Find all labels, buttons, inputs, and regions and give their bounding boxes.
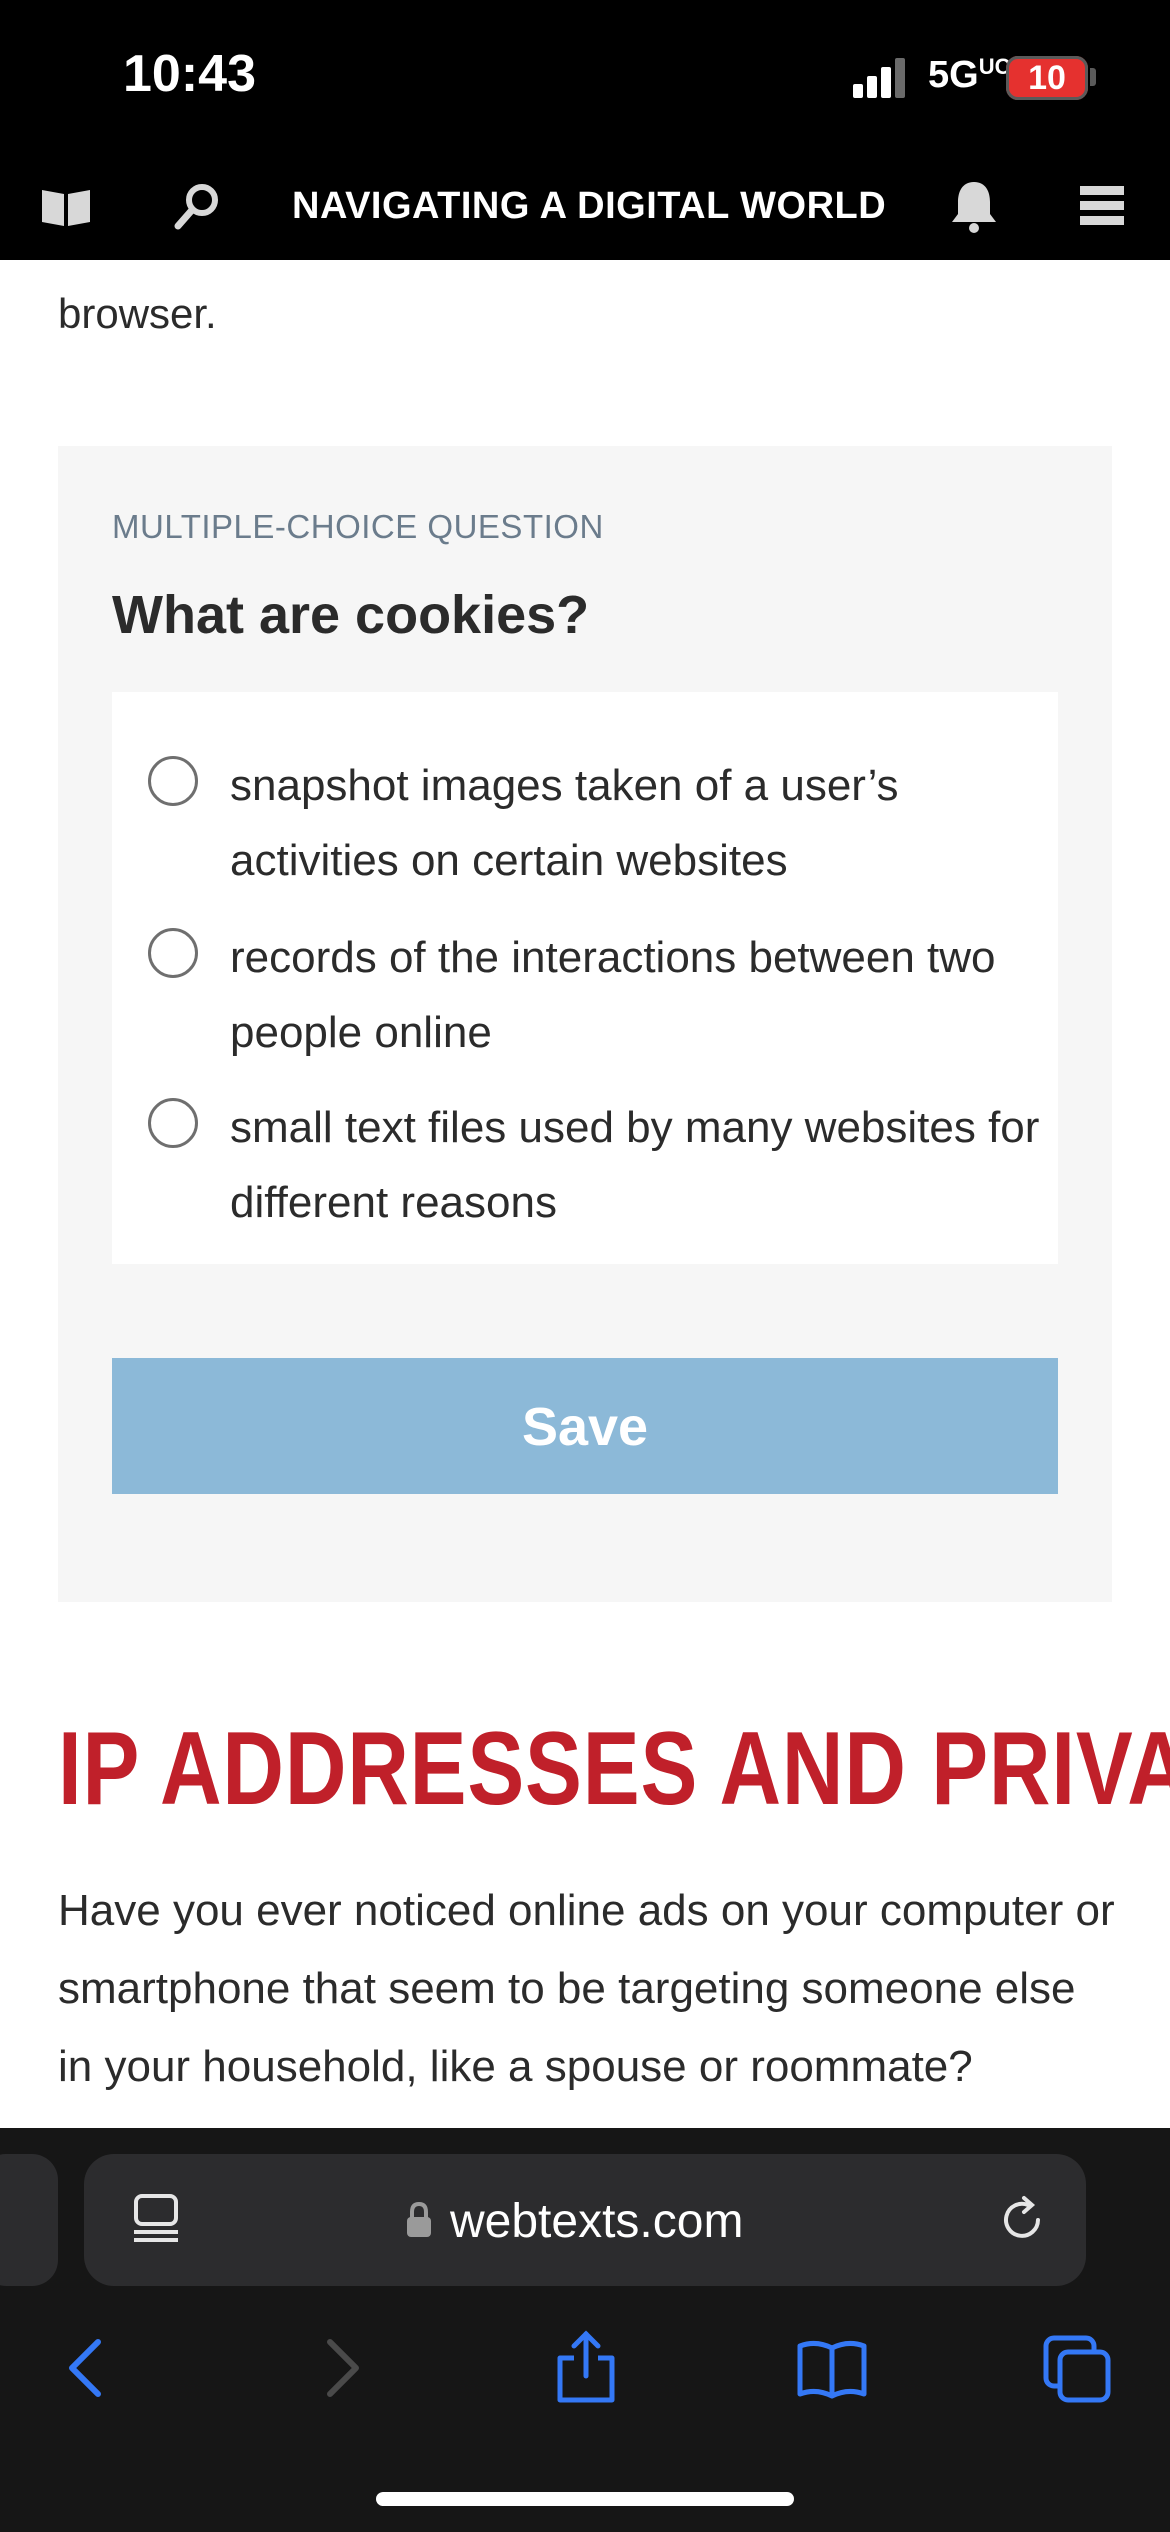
option-label: records of the interactions between two …: [230, 933, 996, 1057]
status-time: 10:43: [123, 45, 256, 103]
menu-icon[interactable]: [1074, 176, 1134, 236]
radio-button[interactable]: [148, 756, 198, 806]
section-heading: IP ADDRESSES AND PRIVACY: [58, 1711, 1170, 1827]
option-label: snapshot images taken of a user’s activi…: [230, 761, 899, 885]
options-list: snapshot images taken of a user’s activi…: [112, 692, 1058, 1264]
option-item[interactable]: snapshot images taken of a user’s activi…: [112, 748, 1058, 908]
body-paragraph: Have you ever noticed online ads on your…: [58, 1886, 1115, 2091]
address-bar[interactable]: webtexts.com: [84, 2154, 1086, 2286]
save-button[interactable]: Save: [112, 1358, 1058, 1494]
url-text: webtexts.com: [450, 2195, 744, 2248]
previous-tab-stub[interactable]: [0, 2154, 58, 2286]
network-type: 5G: [928, 54, 979, 96]
app-header: NAVIGATING A DIGITAL WORLD: [0, 152, 1170, 260]
previous-text: browser.: [58, 290, 217, 337]
bell-icon[interactable]: [944, 176, 1004, 236]
tabs-icon[interactable]: [1038, 2328, 1118, 2408]
lock-icon: [407, 2201, 431, 2237]
page-title: NAVIGATING A DIGITAL WORLD: [292, 185, 887, 227]
option-item[interactable]: small text files used by many websites f…: [112, 1090, 1058, 1250]
browser-toolbar: webtexts.com: [0, 2128, 1170, 2532]
option-label: small text files used by many websites f…: [230, 1103, 1040, 1227]
radio-button[interactable]: [148, 928, 198, 978]
question-card: MULTIPLE-CHOICE QUESTION What are cookie…: [58, 446, 1112, 1602]
search-icon[interactable]: [168, 176, 228, 236]
status-bar: 10:43 5GUC 10: [0, 0, 1170, 152]
question-kicker: MULTIPLE-CHOICE QUESTION: [112, 508, 604, 545]
reload-icon[interactable]: [994, 2192, 1050, 2248]
back-icon[interactable]: [48, 2328, 128, 2408]
signal-icon: [853, 58, 905, 98]
main-content: browser. MULTIPLE-CHOICE QUESTION What a…: [0, 260, 1170, 2128]
question-title: What are cookies?: [112, 585, 590, 645]
book-icon[interactable]: [36, 176, 96, 236]
option-item[interactable]: records of the interactions between two …: [112, 920, 1058, 1080]
home-indicator: [376, 2492, 794, 2506]
network-label: 5GUC: [928, 54, 1010, 97]
share-icon[interactable]: [546, 2328, 626, 2408]
reader-icon[interactable]: [130, 2192, 182, 2248]
battery-indicator: 10: [1006, 56, 1088, 100]
forward-icon[interactable]: [300, 2328, 380, 2408]
battery-tip: [1090, 68, 1096, 86]
radio-button[interactable]: [148, 1098, 198, 1148]
bookmarks-icon[interactable]: [792, 2328, 872, 2408]
